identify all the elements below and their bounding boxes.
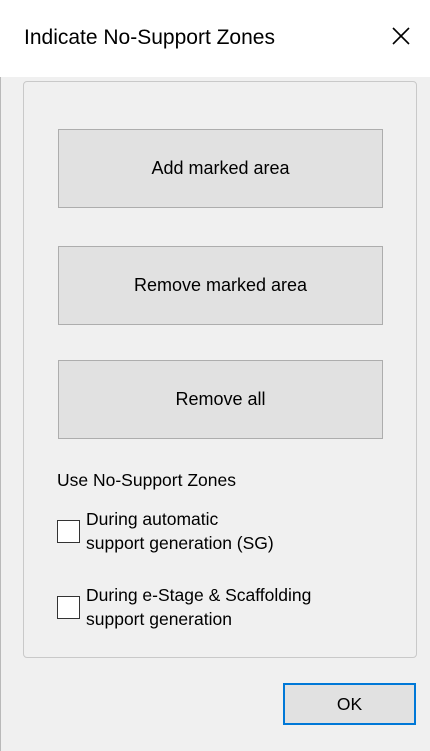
estage-scaffolding-label-line2: support generation bbox=[86, 609, 232, 629]
dialog-window: Indicate No-Support Zones Add marked are… bbox=[0, 0, 430, 751]
automatic-sg-checkbox[interactable] bbox=[57, 519, 80, 543]
automatic-sg-option[interactable]: During automatic support generation (SG) bbox=[57, 507, 274, 555]
use-no-support-zones-label: Use No-Support Zones bbox=[57, 470, 236, 490]
automatic-sg-label-line2: support generation (SG) bbox=[86, 533, 274, 553]
estage-scaffolding-checkbox[interactable] bbox=[57, 595, 80, 619]
window-border bbox=[0, 77, 1, 751]
add-marked-area-button[interactable]: Add marked area bbox=[58, 129, 383, 208]
window-title: Indicate No-Support Zones bbox=[24, 26, 275, 49]
estage-scaffolding-label-line1: During e-Stage & Scaffolding bbox=[86, 585, 312, 605]
estage-scaffolding-option[interactable]: During e-Stage & Scaffolding support gen… bbox=[57, 583, 311, 631]
estage-scaffolding-label: During e-Stage & Scaffolding support gen… bbox=[86, 583, 311, 631]
close-button[interactable] bbox=[372, 0, 430, 77]
automatic-sg-label-line1: During automatic bbox=[86, 509, 219, 529]
close-icon bbox=[391, 26, 411, 51]
title-bar: Indicate No-Support Zones bbox=[0, 0, 430, 77]
remove-marked-area-button[interactable]: Remove marked area bbox=[58, 246, 383, 325]
automatic-sg-label: During automatic support generation (SG) bbox=[86, 507, 274, 555]
remove-all-button[interactable]: Remove all bbox=[58, 360, 383, 439]
ok-button[interactable]: OK bbox=[283, 683, 416, 725]
